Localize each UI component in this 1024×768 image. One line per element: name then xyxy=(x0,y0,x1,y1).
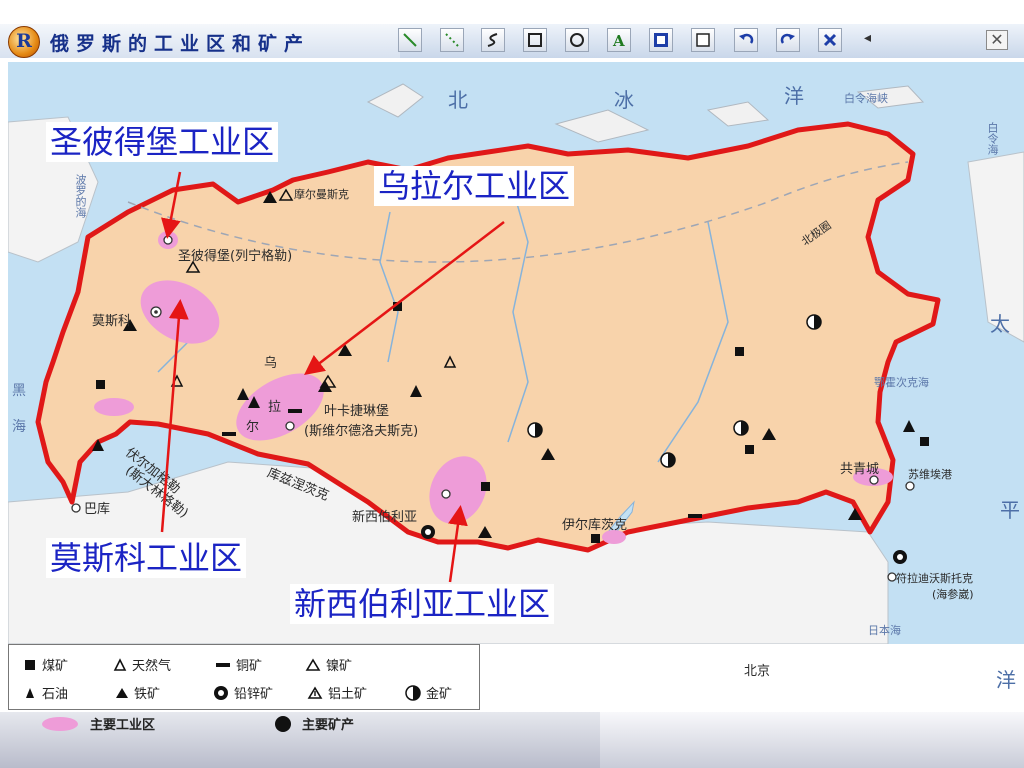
legend-coal: 煤矿 xyxy=(23,655,68,674)
app-logo-icon: R xyxy=(8,26,40,58)
arrow-st-petersburg xyxy=(161,171,182,239)
legend-gold: 金矿 xyxy=(405,683,452,702)
legend-natural-gas: 天然气 xyxy=(113,655,171,674)
legend-industrial-area: 主要工业区 xyxy=(40,714,155,733)
curve-tool-icon[interactable] xyxy=(481,28,505,52)
close-button[interactable]: ✕ xyxy=(986,30,1008,50)
beijing-label: 北京 xyxy=(744,664,771,679)
legend-nickel: 镍矿 xyxy=(305,655,352,674)
map-legend: 煤矿 天然气 铜矿 镍矿 石油 铁矿 铅锌矿 铝土矿 金矿 xyxy=(8,644,480,710)
legend-copper: 铜矿 xyxy=(215,655,262,674)
ellipse-tool-icon[interactable] xyxy=(565,28,589,52)
fill-color-tool-icon[interactable] xyxy=(649,28,673,52)
svg-text:A: A xyxy=(612,32,625,49)
arrow-ural xyxy=(304,221,505,376)
text-tool-icon[interactable]: A xyxy=(607,28,631,52)
line-tool-icon[interactable] xyxy=(398,28,422,52)
dotted-line-tool-icon[interactable] xyxy=(440,28,464,52)
delete-icon[interactable] xyxy=(818,28,842,52)
legend-iron: 铁矿 xyxy=(115,683,160,702)
legend-lead-zinc: 铅锌矿 xyxy=(213,683,273,702)
annotation-ural: 乌拉尔工业区 xyxy=(374,166,575,206)
redo-icon[interactable] xyxy=(776,28,800,52)
annotation-moscow: 莫斯科工业区 xyxy=(46,538,247,578)
annotation-novosibirsk: 新西伯利亚工业区 xyxy=(290,584,555,624)
page-title: 俄罗斯的工业区和矿产 xyxy=(50,33,311,55)
legend-main-minerals: 主要矿产 xyxy=(274,714,354,733)
title-bar: R 俄罗斯的工业区和矿产 A ◂ ✕ xyxy=(0,0,1024,58)
legend-bauxite: 铝土矿 xyxy=(307,683,367,702)
arrow-novosibirsk xyxy=(448,505,468,583)
annotation-st-petersburg: 圣彼得堡工业区 xyxy=(46,122,279,162)
undo-icon[interactable] xyxy=(734,28,758,52)
legend-oil: 石油 xyxy=(23,683,68,702)
clear-tool-icon[interactable] xyxy=(691,28,715,52)
scroll-left-icon[interactable]: ◂ xyxy=(864,30,871,46)
ocean-label-pacific-yang: 洋 xyxy=(996,668,1016,692)
arrow-moscow xyxy=(160,299,189,533)
rectangle-tool-icon[interactable] xyxy=(523,28,547,52)
